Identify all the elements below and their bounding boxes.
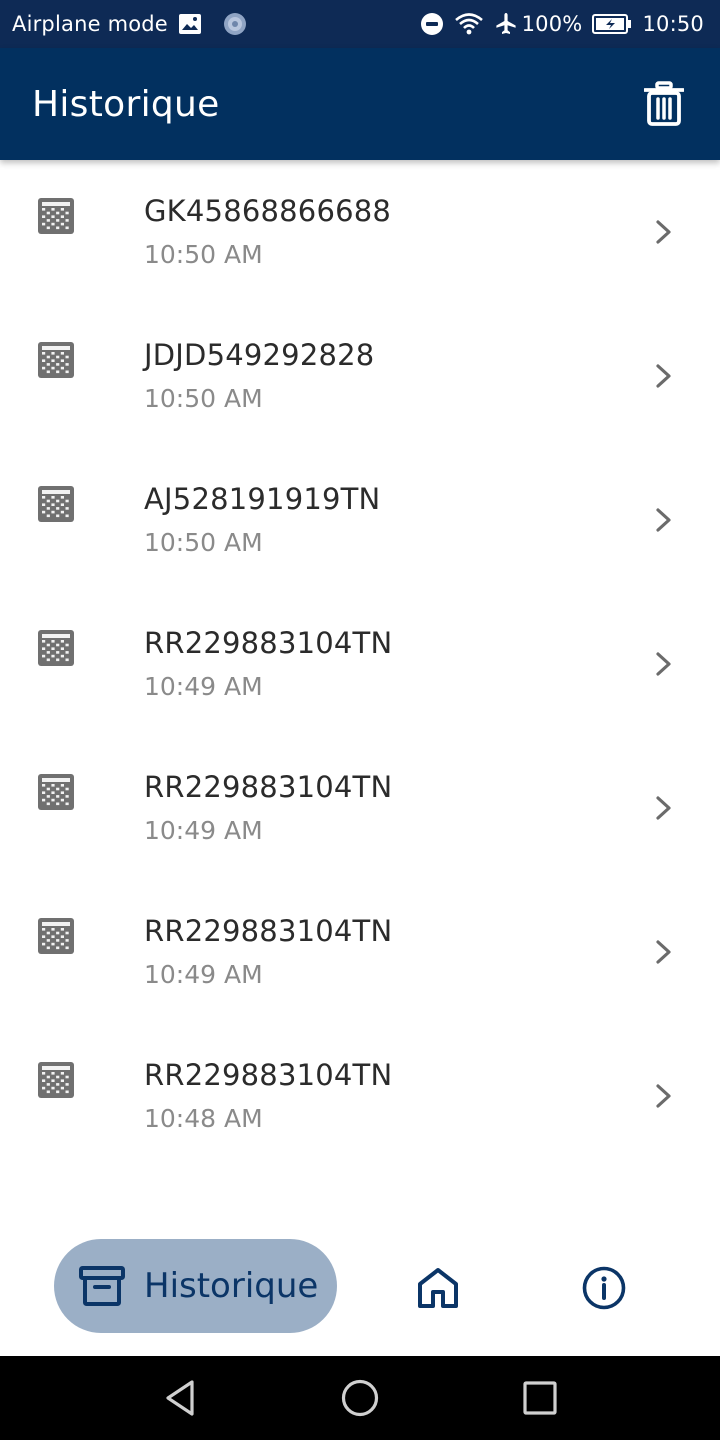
trash-icon: [644, 81, 684, 126]
history-item[interactable]: JDJD549292828 10:50 AM: [0, 304, 720, 448]
home-circle-icon: [341, 1379, 379, 1417]
airplane-mode-label: Airplane mode: [12, 12, 168, 36]
tracking-code: RR229883104TN: [144, 1058, 393, 1092]
bottom-navigation: Historique: [0, 1230, 720, 1356]
nav-historique[interactable]: Historique: [54, 1239, 337, 1333]
back-triangle-icon: [166, 1380, 194, 1416]
scan-code-icon: [38, 630, 74, 666]
airplane-icon: [494, 12, 518, 36]
history-item[interactable]: RR229883104TN 10:49 AM: [0, 592, 720, 736]
tracking-code: AJ528191919TN: [144, 482, 381, 516]
scan-time: 10:49 AM: [144, 960, 263, 989]
tracking-code: GK45868866688: [144, 194, 392, 228]
chevron-right-icon: [652, 936, 676, 968]
back-button[interactable]: [158, 1376, 202, 1420]
archive-icon: [79, 1266, 125, 1306]
chevron-right-icon: [652, 1080, 676, 1112]
history-item[interactable]: RR229883104TN 10:49 AM: [0, 736, 720, 880]
delete-history-button[interactable]: [636, 76, 692, 132]
history-item[interactable]: GK45868866688 10:50 AM: [0, 160, 720, 304]
tracking-code: RR229883104TN: [144, 770, 393, 804]
home-system-button[interactable]: [338, 1376, 382, 1420]
history-item[interactable]: RR229883104TN 10:49 AM: [0, 880, 720, 1024]
scan-time: 10:49 AM: [144, 672, 263, 701]
scan-code-icon: [38, 342, 74, 378]
chevron-right-icon: [652, 216, 676, 248]
nav-home[interactable]: [410, 1260, 466, 1316]
status-right: 100% 10:50: [420, 12, 704, 36]
home-icon: [418, 1268, 458, 1308]
chevron-right-icon: [652, 360, 676, 392]
scan-code-icon: [38, 774, 74, 810]
page-title: Historique: [32, 83, 220, 125]
history-list: GK45868866688 10:50 AM JDJD549292828 10:50 …: [0, 160, 720, 1168]
scan-code-icon: [38, 486, 74, 522]
history-item[interactable]: RR229883104TN 10:48 AM: [0, 1024, 720, 1168]
status-bar: Airplane mode 100% 10:50: [0, 0, 720, 48]
clock: 10:50: [642, 12, 704, 36]
system-navigation-bar: [0, 1356, 720, 1440]
status-left: Airplane mode: [12, 11, 248, 37]
chevron-right-icon: [652, 792, 676, 824]
scan-code-icon: [38, 1062, 74, 1098]
recents-square-icon: [523, 1381, 557, 1415]
scan-code-icon: [38, 918, 74, 954]
scan-time: 10:48 AM: [144, 1104, 263, 1133]
screen: Airplane mode 100% 10:50 Historique GK45…: [0, 0, 720, 1440]
info-icon: [582, 1266, 626, 1310]
scan-time: 10:50 AM: [144, 528, 263, 557]
history-item[interactable]: AJ528191919TN 10:50 AM: [0, 448, 720, 592]
tracking-code: RR229883104TN: [144, 626, 393, 660]
scan-time: 10:49 AM: [144, 816, 263, 845]
image-icon: [178, 12, 202, 36]
scan-time: 10:50 AM: [144, 240, 263, 269]
wifi-icon: [454, 12, 484, 36]
chevron-right-icon: [652, 504, 676, 536]
nav-info[interactable]: [576, 1260, 632, 1316]
scan-time: 10:50 AM: [144, 384, 263, 413]
chevron-right-icon: [652, 648, 676, 680]
tracking-code: RR229883104TN: [144, 914, 393, 948]
battery-percent: 100%: [521, 12, 583, 36]
scan-code-icon: [38, 198, 74, 234]
sync-icon: [222, 11, 248, 37]
nav-historique-label: Historique: [144, 1266, 319, 1306]
recents-button[interactable]: [518, 1376, 562, 1420]
tracking-code: JDJD549292828: [144, 338, 375, 372]
battery-icon: [592, 13, 632, 35]
dnd-icon: [420, 12, 444, 36]
app-bar: Historique: [0, 48, 720, 160]
